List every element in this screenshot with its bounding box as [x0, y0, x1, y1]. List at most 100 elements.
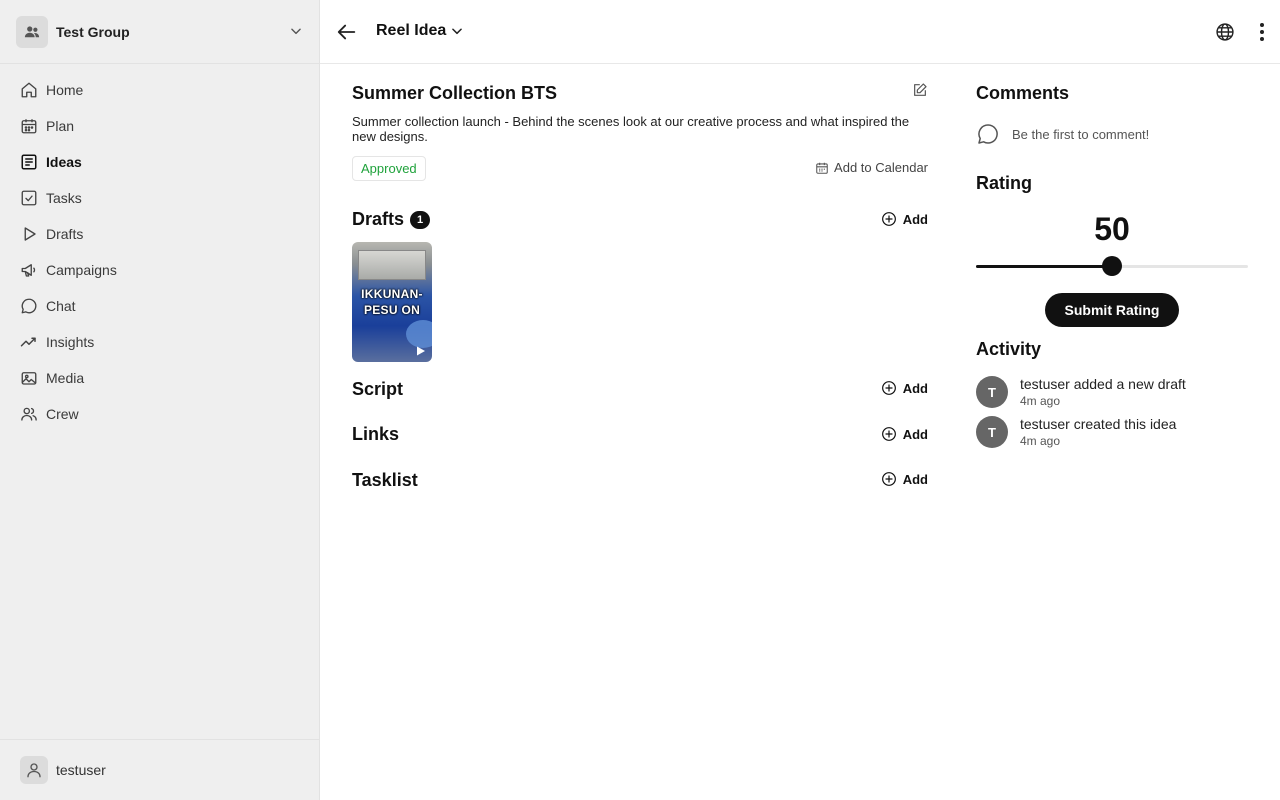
back-button[interactable] — [336, 21, 358, 43]
add-to-calendar-button[interactable]: Add to Calendar — [815, 160, 928, 175]
trend-icon — [20, 333, 38, 351]
slider-fill — [976, 265, 1112, 268]
sidebar: Test Group Home Plan Ideas Tasks Drafts … — [0, 0, 320, 800]
idea-type-label: Reel Idea — [376, 22, 447, 39]
sidebar-item-home[interactable]: Home — [0, 72, 319, 108]
sidebar-item-drafts[interactable]: Drafts — [0, 216, 319, 252]
globe-icon — [1216, 23, 1234, 41]
group-name: Test Group — [56, 23, 130, 40]
users-icon — [20, 405, 38, 423]
plus-circle-icon — [881, 427, 896, 441]
sidebar-item-label: Media — [46, 370, 85, 386]
activity-text: testuser created this idea — [1020, 416, 1177, 432]
sidebar-item-crew[interactable]: Crew — [0, 396, 319, 432]
checkbox-icon — [20, 189, 38, 207]
activity-item: T testuser added a new draft 4m ago — [976, 376, 1186, 408]
sidebar-item-plan[interactable]: Plan — [0, 108, 319, 144]
drafts-section-title: Drafts 1 — [352, 209, 431, 230]
edit-idea-button[interactable] — [912, 82, 928, 98]
activity-body: testuser added a new draft 4m ago — [1020, 376, 1186, 408]
activity-item: T testuser created this idea 4m ago — [976, 416, 1176, 448]
sidebar-item-chat[interactable]: Chat — [0, 288, 319, 324]
sidebar-item-label: Crew — [46, 406, 79, 422]
links-section-title: Links — [352, 424, 399, 445]
edit-icon — [914, 83, 927, 96]
drafts-count-badge: 1 — [410, 210, 431, 229]
script-title: Script — [352, 379, 404, 399]
user-name: testuser — [56, 762, 106, 778]
thumbnail-caption: IKKUNAN-PESU ON — [361, 287, 423, 317]
add-label: Add — [902, 471, 928, 487]
add-label: Add — [902, 380, 928, 396]
status-badge[interactable]: Approved — [352, 156, 426, 181]
submit-rating-button[interactable]: Submit Rating — [1045, 293, 1179, 327]
add-link-button[interactable]: Add — [881, 426, 928, 442]
activity-text: testuser added a new draft — [1020, 376, 1186, 392]
sidebar-item-ideas[interactable]: Ideas — [0, 144, 319, 180]
sidebar-item-label: Drafts — [46, 226, 84, 242]
avatar: T — [976, 376, 1008, 408]
add-task-button[interactable]: Add — [881, 471, 928, 487]
thumbnail-shape — [406, 320, 432, 348]
user-menu[interactable]: testuser — [0, 739, 319, 800]
comments-empty-state[interactable]: Be the first to comment! — [976, 122, 1149, 146]
sidebar-item-label: Campaigns — [46, 262, 117, 278]
chevron-down-icon — [291, 28, 301, 35]
group-switcher[interactable]: Test Group — [0, 0, 319, 64]
rating-slider[interactable] — [976, 256, 1248, 276]
add-script-button[interactable]: Add — [881, 380, 928, 396]
sidebar-item-label: Tasks — [46, 190, 82, 206]
comments-title: Comments — [976, 83, 1070, 103]
megaphone-icon — [20, 261, 38, 279]
avatar — [20, 756, 48, 784]
sidebar-item-label: Plan — [46, 118, 75, 134]
rating-title: Rating — [976, 173, 1032, 193]
script-section-title: Script — [352, 379, 403, 400]
ideas-icon — [20, 153, 38, 171]
plus-circle-icon — [881, 381, 896, 395]
plus-circle-icon — [881, 212, 896, 226]
comments-empty-text: Be the first to comment! — [1012, 126, 1150, 142]
plus-circle-icon — [881, 472, 896, 486]
activity-body: testuser created this idea 4m ago — [1020, 416, 1176, 448]
sidebar-nav: Home Plan Ideas Tasks Drafts Campaigns C… — [0, 72, 319, 432]
users-icon — [24, 25, 40, 37]
top-bar: Reel Idea — [320, 0, 1280, 64]
add-label: Add — [902, 426, 928, 442]
image-icon — [20, 369, 38, 387]
rating-value: 50 — [1094, 211, 1130, 247]
home-icon — [20, 81, 38, 99]
sidebar-item-media[interactable]: Media — [0, 360, 319, 396]
sidebar-item-label: Insights — [46, 334, 95, 350]
chat-bubble-icon — [20, 297, 38, 315]
idea-type-dropdown[interactable]: Reel Idea — [376, 22, 464, 40]
tasklist-title: Tasklist — [352, 470, 418, 490]
group-avatar — [16, 15, 48, 48]
calendar-icon — [816, 162, 828, 174]
sidebar-item-insights[interactable]: Insights — [0, 324, 319, 360]
thumbnail-window — [358, 250, 426, 280]
avatar: T — [976, 416, 1008, 448]
user-icon — [27, 763, 41, 778]
activity-timestamp: 4m ago — [1020, 394, 1061, 408]
more-options-button[interactable] — [1255, 22, 1269, 42]
links-title: Links — [352, 424, 400, 444]
activity-title: Activity — [976, 339, 1042, 359]
idea-description: Summer collection launch - Behind the sc… — [352, 114, 910, 144]
chevron-down-icon — [452, 28, 463, 35]
drafts-title: Drafts — [352, 209, 405, 229]
slider-handle[interactable] — [1102, 256, 1122, 276]
add-to-calendar-label: Add to Calendar — [834, 160, 928, 175]
language-button[interactable] — [1215, 22, 1235, 42]
idea-title: Summer Collection BTS — [352, 83, 558, 103]
draft-thumbnail[interactable]: IKKUNAN-PESU ON — [352, 242, 432, 362]
sidebar-item-label: Ideas — [46, 154, 82, 170]
sidebar-item-label: Chat — [46, 298, 76, 314]
add-draft-button[interactable]: Add — [881, 211, 928, 227]
more-vertical-icon — [1260, 23, 1264, 41]
play-icon — [20, 225, 38, 243]
chat-bubble-icon — [978, 124, 998, 144]
sidebar-item-tasks[interactable]: Tasks — [0, 180, 319, 216]
tasklist-section-title: Tasklist — [352, 470, 418, 491]
sidebar-item-campaigns[interactable]: Campaigns — [0, 252, 319, 288]
